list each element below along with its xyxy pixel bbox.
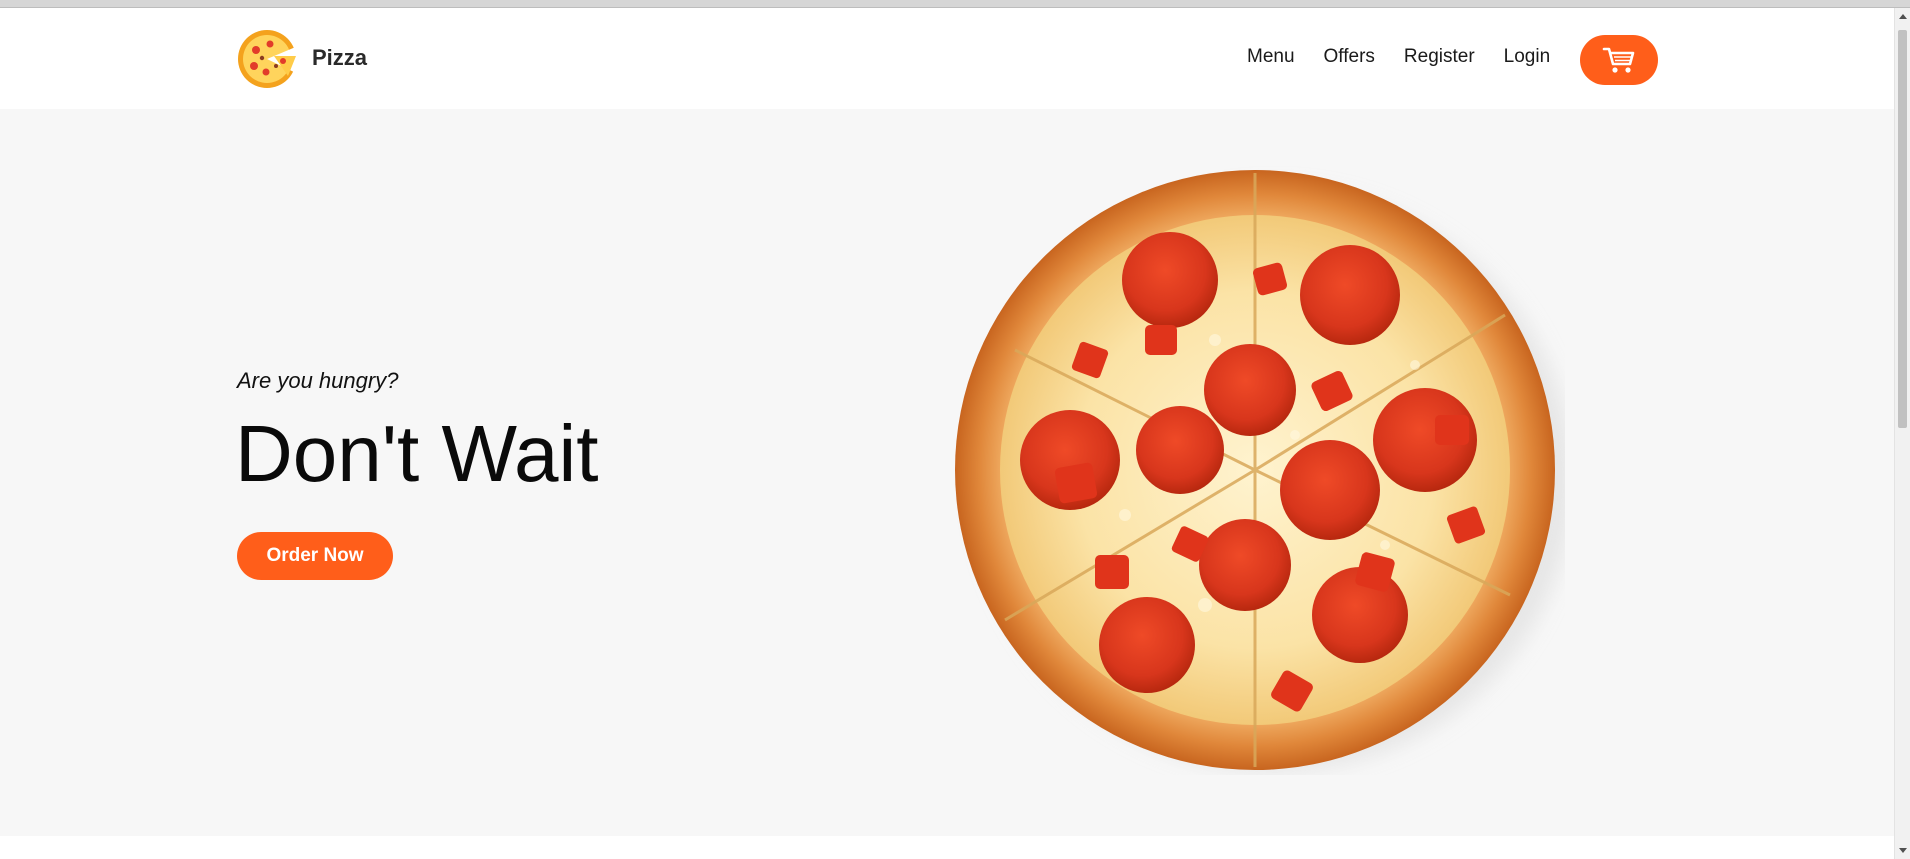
page-scrollbar[interactable]: [1894, 8, 1910, 859]
cart-button[interactable]: [1580, 35, 1658, 85]
scroll-down-arrow-icon[interactable]: [1899, 848, 1907, 853]
nav-link-register[interactable]: Register: [1404, 46, 1475, 68]
brand-name: Pizza: [312, 45, 368, 70]
nav-link-login[interactable]: Login: [1504, 46, 1551, 68]
scroll-thumb[interactable]: [1898, 30, 1907, 428]
pizza-logo-icon: [238, 30, 298, 88]
brand[interactable]: Pizza: [236, 26, 367, 90]
site-header: Pizza Menu Offers Register Login: [0, 8, 1894, 109]
nav-link-offers[interactable]: Offers: [1324, 46, 1375, 68]
hero-section: Are you hungry? Don't Wait Order Now: [0, 109, 1894, 836]
cart-icon: [1602, 47, 1635, 73]
main-nav: Menu Offers Register Login: [1247, 46, 1550, 68]
nav-link-menu[interactable]: Menu: [1247, 46, 1295, 68]
pizza-image: [945, 165, 1573, 775]
hero-title: Don't Wait: [235, 409, 599, 498]
hero-subtitle: Are you hungry?: [237, 368, 399, 393]
order-now-button[interactable]: Order Now: [237, 532, 393, 580]
browser-top-strip: [0, 0, 1910, 8]
scroll-up-arrow-icon[interactable]: [1899, 14, 1907, 19]
